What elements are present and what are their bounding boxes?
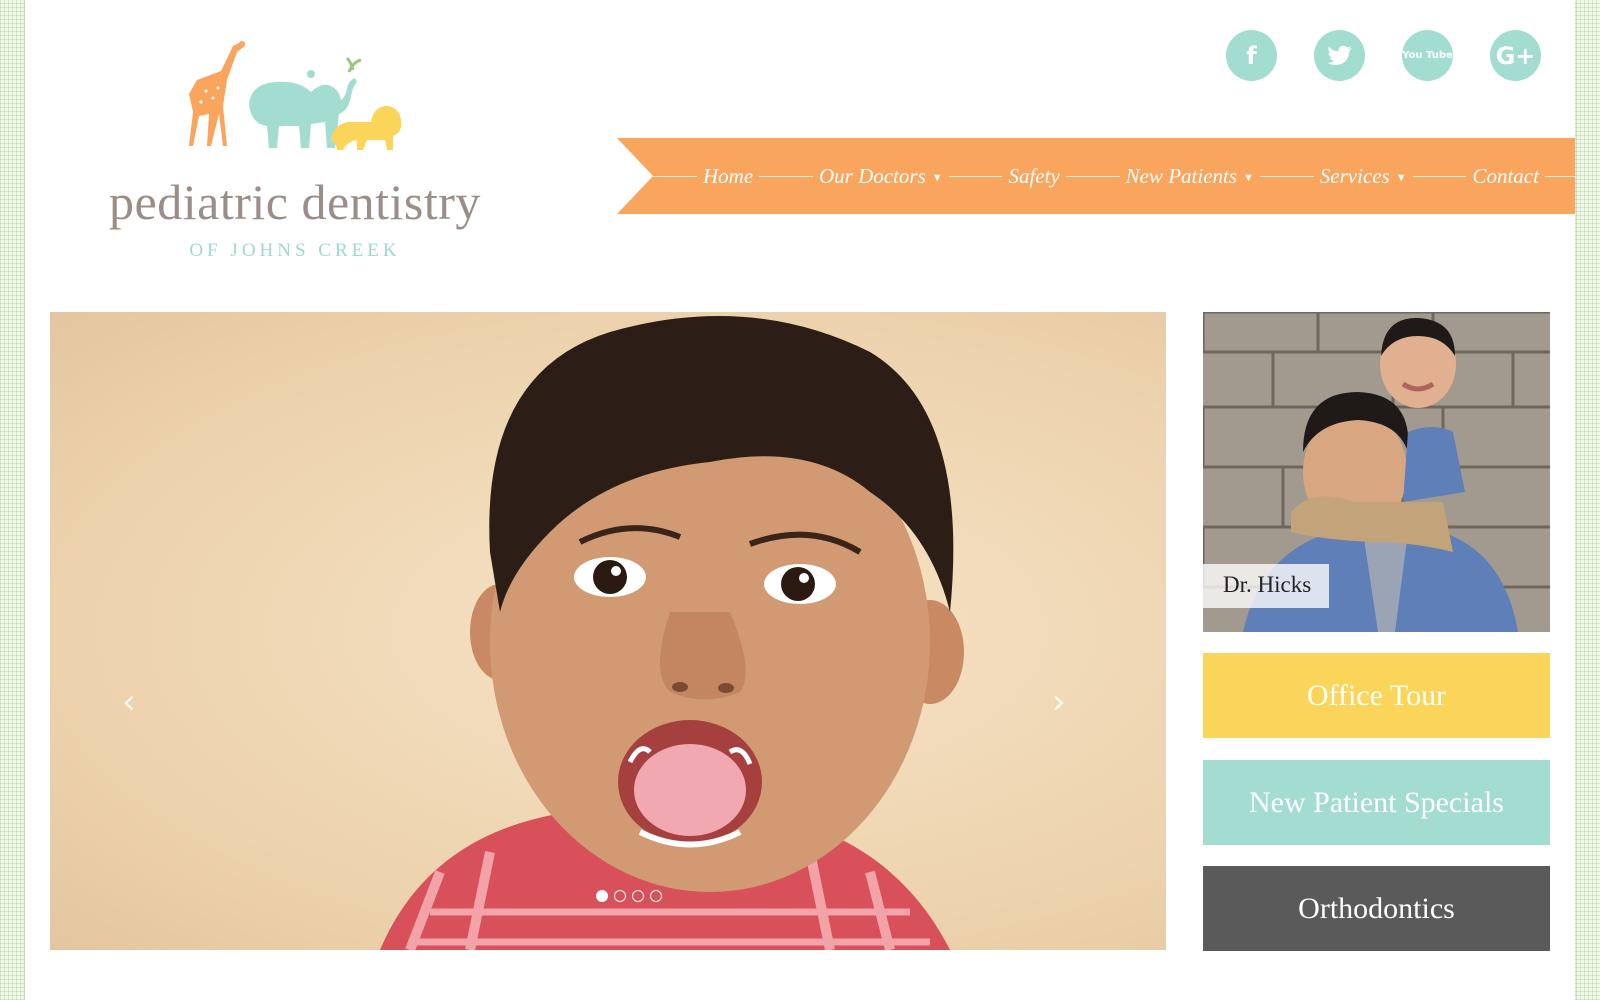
slider-prev-arrow[interactable]: ‹	[122, 682, 136, 722]
doctor-card[interactable]: Dr. Hicks	[1203, 312, 1550, 632]
nav-item-label: Our Doctors	[818, 163, 926, 188]
office-tour-button[interactable]: Office Tour	[1203, 653, 1550, 738]
new-patient-specials-button[interactable]: New Patient Specials	[1203, 760, 1550, 845]
button-label: New Patient Specials	[1249, 785, 1504, 819]
facebook-glyph: f	[1246, 41, 1257, 70]
google-plus-icon[interactable]: G+	[1490, 30, 1541, 81]
facebook-icon[interactable]: f	[1226, 30, 1277, 81]
logo-subtitle: OF JOHNS CREEK	[189, 240, 401, 261]
social-links: f You Tube G+	[1226, 30, 1541, 81]
slider-pagination	[596, 890, 662, 902]
button-label: Orthodontics	[1298, 891, 1455, 925]
slider-dot-4[interactable]	[650, 890, 662, 902]
youtube-icon[interactable]: You Tube	[1402, 30, 1453, 81]
slider-dot-1[interactable]	[596, 890, 608, 902]
main-nav: Home Our Doctors ▼ Safety New Patients ▼ S…	[617, 138, 1575, 214]
slider-dot-2[interactable]	[614, 890, 626, 902]
nav-item-services[interactable]: Services ▼	[1313, 163, 1413, 189]
nav-item-label: Contact	[1472, 163, 1539, 188]
hero-child-photo	[380, 316, 964, 950]
nav-item-label: Services	[1319, 163, 1390, 188]
nav-item-safety[interactable]: Safety	[1002, 163, 1066, 189]
animals-logo-icon	[189, 41, 402, 150]
nav-item-new-patients[interactable]: New Patients ▼	[1119, 163, 1260, 189]
nav-item-label: Safety	[1008, 163, 1060, 188]
site-logo[interactable]: pediatric dentistry OF JOHNS CREEK	[75, 30, 515, 270]
slider-dot-3[interactable]	[632, 890, 644, 902]
nav-item-contact[interactable]: Contact	[1466, 163, 1545, 189]
logo-title: pediatric dentistry	[109, 174, 481, 230]
button-label: Office Tour	[1306, 678, 1447, 712]
orthodontics-button[interactable]: Orthodontics	[1203, 866, 1550, 951]
doctor-name-label: Dr. Hicks	[1203, 564, 1330, 608]
page-container: pediatric dentistry OF JOHNS CREEK f You…	[25, 0, 1575, 1000]
google-plus-glyph: G+	[1495, 41, 1536, 70]
youtube-glyph: You Tube	[1402, 49, 1453, 61]
chevron-down-icon: ▼	[1243, 171, 1254, 184]
chevron-down-icon: ▼	[931, 171, 943, 184]
nav-item-label: Home	[703, 163, 754, 188]
nav-item-our-doctors[interactable]: Our Doctors ▼	[812, 163, 949, 189]
twitter-bird-icon	[1326, 45, 1352, 65]
twitter-icon[interactable]	[1314, 30, 1365, 81]
slider-next-arrow[interactable]: ›	[1052, 682, 1066, 722]
nav-item-label: New Patients	[1125, 163, 1238, 188]
nav-item-home[interactable]: Home	[697, 163, 760, 189]
chevron-down-icon: ▼	[1395, 171, 1407, 184]
hero-slider[interactable]: ‹ ›	[50, 312, 1166, 950]
